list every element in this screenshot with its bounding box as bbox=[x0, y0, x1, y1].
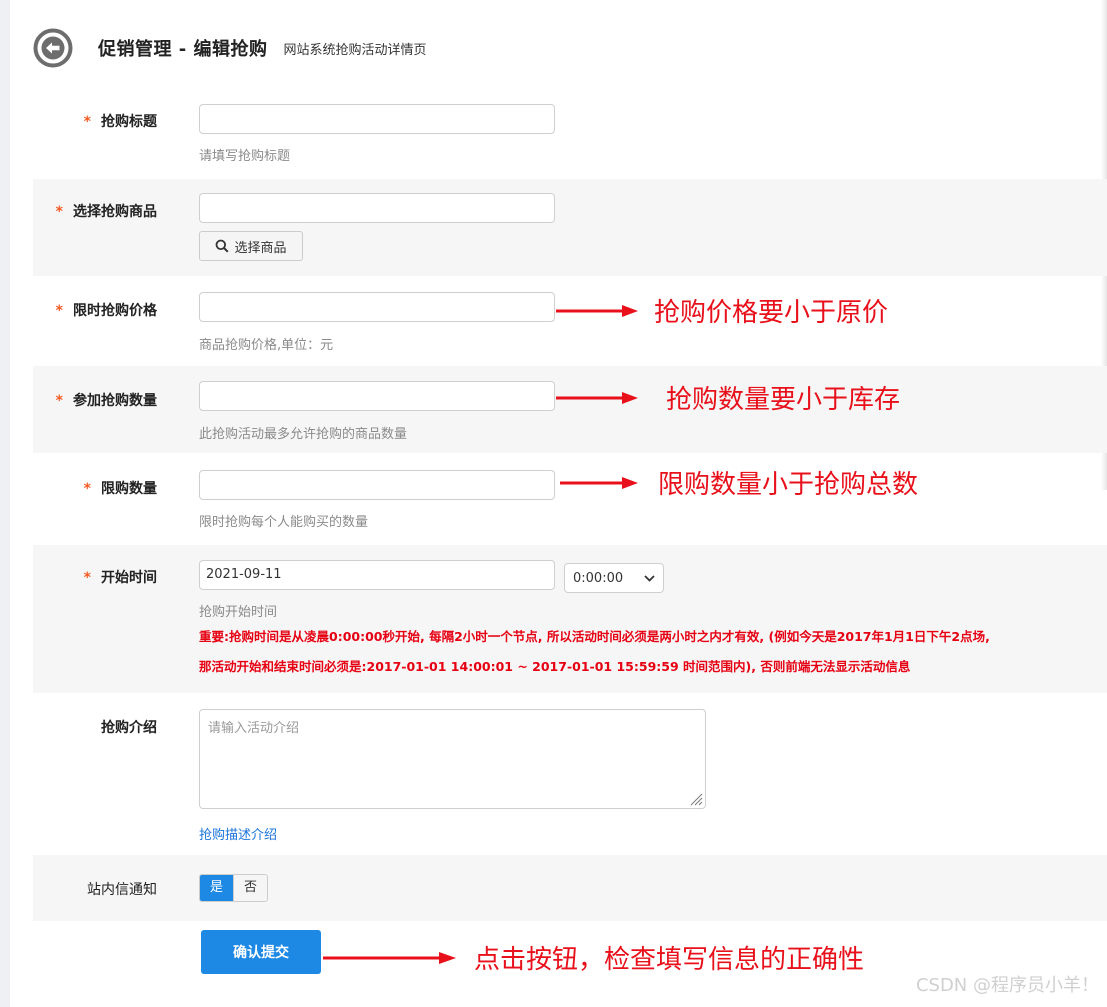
price-help: 商品抢购价格,单位：元 bbox=[199, 338, 334, 353]
quantity-help: 此抢购活动最多允许抢购的商品数量 bbox=[199, 427, 408, 442]
chevron-down-icon bbox=[644, 574, 655, 582]
arrow-icon bbox=[323, 951, 456, 964]
notify-no-option[interactable]: 否 bbox=[233, 875, 268, 901]
start-time-select[interactable]: 0:00:00 bbox=[564, 563, 664, 593]
start-time-label: * 开始时间 bbox=[83, 570, 157, 586]
annotation-limit: 限购数量小于抢购总数 bbox=[560, 464, 918, 501]
required-mark: * bbox=[55, 204, 63, 220]
csdn-watermark: CSDN @程序员小羊！ bbox=[915, 975, 1099, 996]
form-row-start-time: * 开始时间 2021-09-11 0:00:00 抢购开始时间 重要:抢购时间是… bbox=[33, 545, 1107, 693]
limit-help: 限时抢购每个人能购买的数量 bbox=[199, 515, 369, 530]
limit-input[interactable] bbox=[199, 470, 555, 500]
required-mark: * bbox=[55, 303, 63, 319]
start-time-help: 抢购开始时间 bbox=[199, 605, 278, 620]
intro-label: 抢购介绍 bbox=[101, 720, 157, 736]
form-row-intro: 抢购介绍 请输入活动介绍 抢购描述介绍 bbox=[33, 693, 1107, 855]
annotation-submit: 点击按钮，检查填写信息的正确性 bbox=[323, 939, 864, 976]
limit-label: * 限购数量 bbox=[83, 481, 157, 497]
form-row-title: * 抢购标题 请填写抢购标题 bbox=[33, 89, 1107, 179]
select-goods-button[interactable]: 选择商品 bbox=[199, 231, 303, 261]
required-mark: * bbox=[83, 481, 91, 497]
annotation-price: 抢购价格要小于原价 bbox=[556, 292, 888, 329]
page-title: 促销管理 - 编辑抢购 bbox=[98, 39, 268, 60]
page-subtitle: 网站系统抢购活动详情页 bbox=[283, 42, 427, 58]
annotation-price-text: 抢购价格要小于原价 bbox=[654, 298, 889, 328]
notify-yes-option[interactable]: 是 bbox=[200, 875, 234, 901]
price-label: * 限时抢购价格 bbox=[55, 303, 157, 319]
left-strip bbox=[0, 0, 10, 1007]
notify-toggle[interactable]: 是 否 bbox=[199, 874, 269, 902]
required-mark: * bbox=[83, 114, 91, 130]
start-time-warning-1: 重要:抢购时间是从凌晨0:00:00秒开始, 每隔2小时一个节点, 所以活动时间… bbox=[199, 629, 990, 644]
submit-button[interactable]: 确认提交 bbox=[201, 930, 321, 974]
arrow-icon bbox=[556, 304, 638, 317]
annotation-quantity-text: 抢购数量要小于库存 bbox=[666, 385, 901, 415]
start-time-value: 0:00:00 bbox=[573, 570, 624, 586]
page-header: 促销管理 - 编辑抢购 网站系统抢购活动详情页 bbox=[33, 27, 427, 69]
resize-handle-icon[interactable] bbox=[689, 792, 703, 806]
annotation-limit-text: 限购数量小于抢购总数 bbox=[658, 470, 919, 500]
title-label: * 抢购标题 bbox=[83, 114, 157, 130]
quantity-input[interactable] bbox=[199, 381, 555, 411]
form-row-goods: * 选择抢购商品 选择商品 bbox=[33, 179, 1107, 276]
title-help: 请填写抢购标题 bbox=[199, 149, 291, 164]
back-arrow-icon[interactable] bbox=[33, 28, 73, 68]
arrow-icon bbox=[560, 476, 638, 489]
goods-label: * 选择抢购商品 bbox=[55, 204, 157, 220]
required-mark: * bbox=[83, 570, 91, 586]
intro-textarea[interactable]: 请输入活动介绍 bbox=[199, 709, 706, 809]
start-date-input[interactable]: 2021-09-11 bbox=[199, 560, 555, 590]
price-input[interactable] bbox=[199, 292, 555, 322]
arrow-icon bbox=[556, 391, 638, 404]
intro-placeholder: 请输入活动介绍 bbox=[208, 721, 300, 736]
quantity-label: * 参加抢购数量 bbox=[55, 393, 157, 409]
form-row-notify: 站内信通知 是 否 bbox=[33, 855, 1107, 921]
goods-input[interactable] bbox=[199, 193, 555, 223]
title-input[interactable] bbox=[199, 104, 555, 134]
select-goods-label: 选择商品 bbox=[234, 240, 287, 256]
intro-help-link[interactable]: 抢购描述介绍 bbox=[199, 824, 277, 843]
annotation-submit-text: 点击按钮，检查填写信息的正确性 bbox=[474, 945, 865, 975]
required-mark: * bbox=[55, 393, 63, 409]
search-icon bbox=[216, 239, 229, 253]
start-time-warning-2: 那活动开始和结束时间必须是:2017-01-01 14:00:01 ~ 2017… bbox=[199, 659, 911, 674]
notify-label: 站内信通知 bbox=[87, 882, 157, 898]
annotation-quantity: 抢购数量要小于库存 bbox=[556, 379, 900, 416]
